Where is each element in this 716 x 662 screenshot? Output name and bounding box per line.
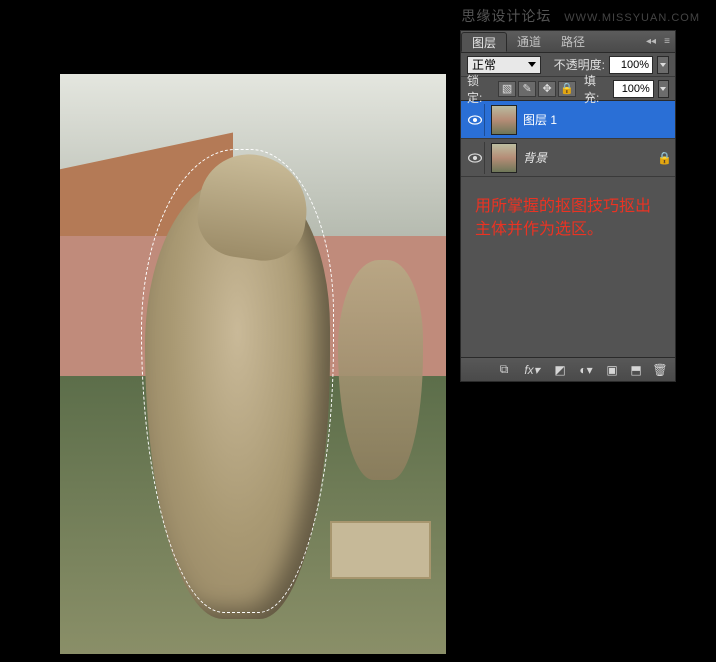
- layer-name-label[interactable]: 图层 1: [523, 111, 671, 128]
- panel-collapse-icon[interactable]: ◂◂: [643, 34, 659, 50]
- layer-row[interactable]: 图层 1: [461, 101, 675, 139]
- layer-row[interactable]: 背景 🔒: [461, 139, 675, 177]
- layer-name-label[interactable]: 背景: [523, 149, 651, 166]
- fill-value: 100%: [622, 83, 650, 95]
- layer-style-icon[interactable]: fx▾: [517, 361, 547, 379]
- statue-pedestal: [330, 521, 430, 579]
- visibility-toggle[interactable]: [465, 104, 485, 136]
- instruction-line: 用所掌握的抠图技巧抠出: [475, 195, 661, 218]
- instruction-line: 主体并作为选区。: [475, 218, 661, 241]
- tab-paths[interactable]: 路径: [551, 32, 595, 52]
- chevron-down-icon: [528, 62, 536, 67]
- tab-layers[interactable]: 图层: [461, 32, 507, 52]
- panel-footer: ⧉ fx▾ ◩ ◐▾ ▣ ⬒ 🗑: [461, 357, 675, 381]
- opacity-input[interactable]: 100%: [609, 56, 653, 74]
- link-layers-icon[interactable]: ⧉: [493, 361, 515, 379]
- group-icon[interactable]: ▣: [601, 361, 623, 379]
- new-layer-icon[interactable]: ⬒: [625, 361, 647, 379]
- adjustment-layer-icon[interactable]: ◐▾: [573, 361, 599, 379]
- eye-icon: [468, 115, 482, 125]
- canvas-area[interactable]: [60, 74, 446, 654]
- instruction-text: 用所掌握的抠图技巧抠出 主体并作为选区。: [475, 195, 661, 241]
- blend-mode-value: 正常: [472, 56, 496, 73]
- fill-input[interactable]: 100%: [613, 80, 654, 98]
- watermark: 思缘设计论坛 WWW.MISSYUAN.COM: [461, 6, 700, 26]
- layer-mask-icon[interactable]: ◩: [549, 361, 571, 379]
- opacity-label: 不透明度:: [554, 56, 605, 73]
- opacity-value: 100%: [621, 59, 649, 71]
- opacity-stepper[interactable]: [657, 56, 669, 74]
- layer-thumbnail[interactable]: [491, 105, 517, 135]
- statue-secondary: [338, 260, 423, 480]
- fill-label: 填充:: [584, 72, 609, 106]
- lock-icon: 🔒: [657, 151, 671, 165]
- tab-channels[interactable]: 通道: [507, 32, 551, 52]
- panel-body: 用所掌握的抠图技巧抠出 主体并作为选区。: [461, 177, 675, 357]
- lock-image-pixels-icon[interactable]: ✎: [518, 81, 536, 97]
- lock-label: 锁定:: [467, 72, 492, 106]
- watermark-cn: 思缘设计论坛: [461, 8, 551, 24]
- lock-fill-row: 锁定: ▧ ✎ ✥ 🔒 填充: 100%: [461, 77, 675, 101]
- blend-opacity-row: 正常 不透明度: 100%: [461, 53, 675, 77]
- delete-layer-icon[interactable]: 🗑: [649, 361, 671, 379]
- lock-position-icon[interactable]: ✥: [538, 81, 556, 97]
- panel-tab-bar: 图层 通道 路径 ◂◂ ≡: [461, 31, 675, 53]
- eye-icon: [468, 153, 482, 163]
- visibility-toggle[interactable]: [465, 142, 485, 174]
- lock-all-icon[interactable]: 🔒: [558, 81, 576, 97]
- layer-thumbnail[interactable]: [491, 143, 517, 173]
- layers-list: 图层 1 背景 🔒: [461, 101, 675, 177]
- layers-panel: 图层 通道 路径 ◂◂ ≡ 正常 不透明度: 100% 锁定: ▧ ✎ ✥ 🔒 …: [460, 30, 676, 382]
- lock-transparent-pixels-icon[interactable]: ▧: [498, 81, 516, 97]
- watermark-url: WWW.MISSYUAN.COM: [564, 12, 700, 24]
- panel-menu-icon[interactable]: ≡: [659, 34, 675, 50]
- fill-stepper[interactable]: [658, 80, 669, 98]
